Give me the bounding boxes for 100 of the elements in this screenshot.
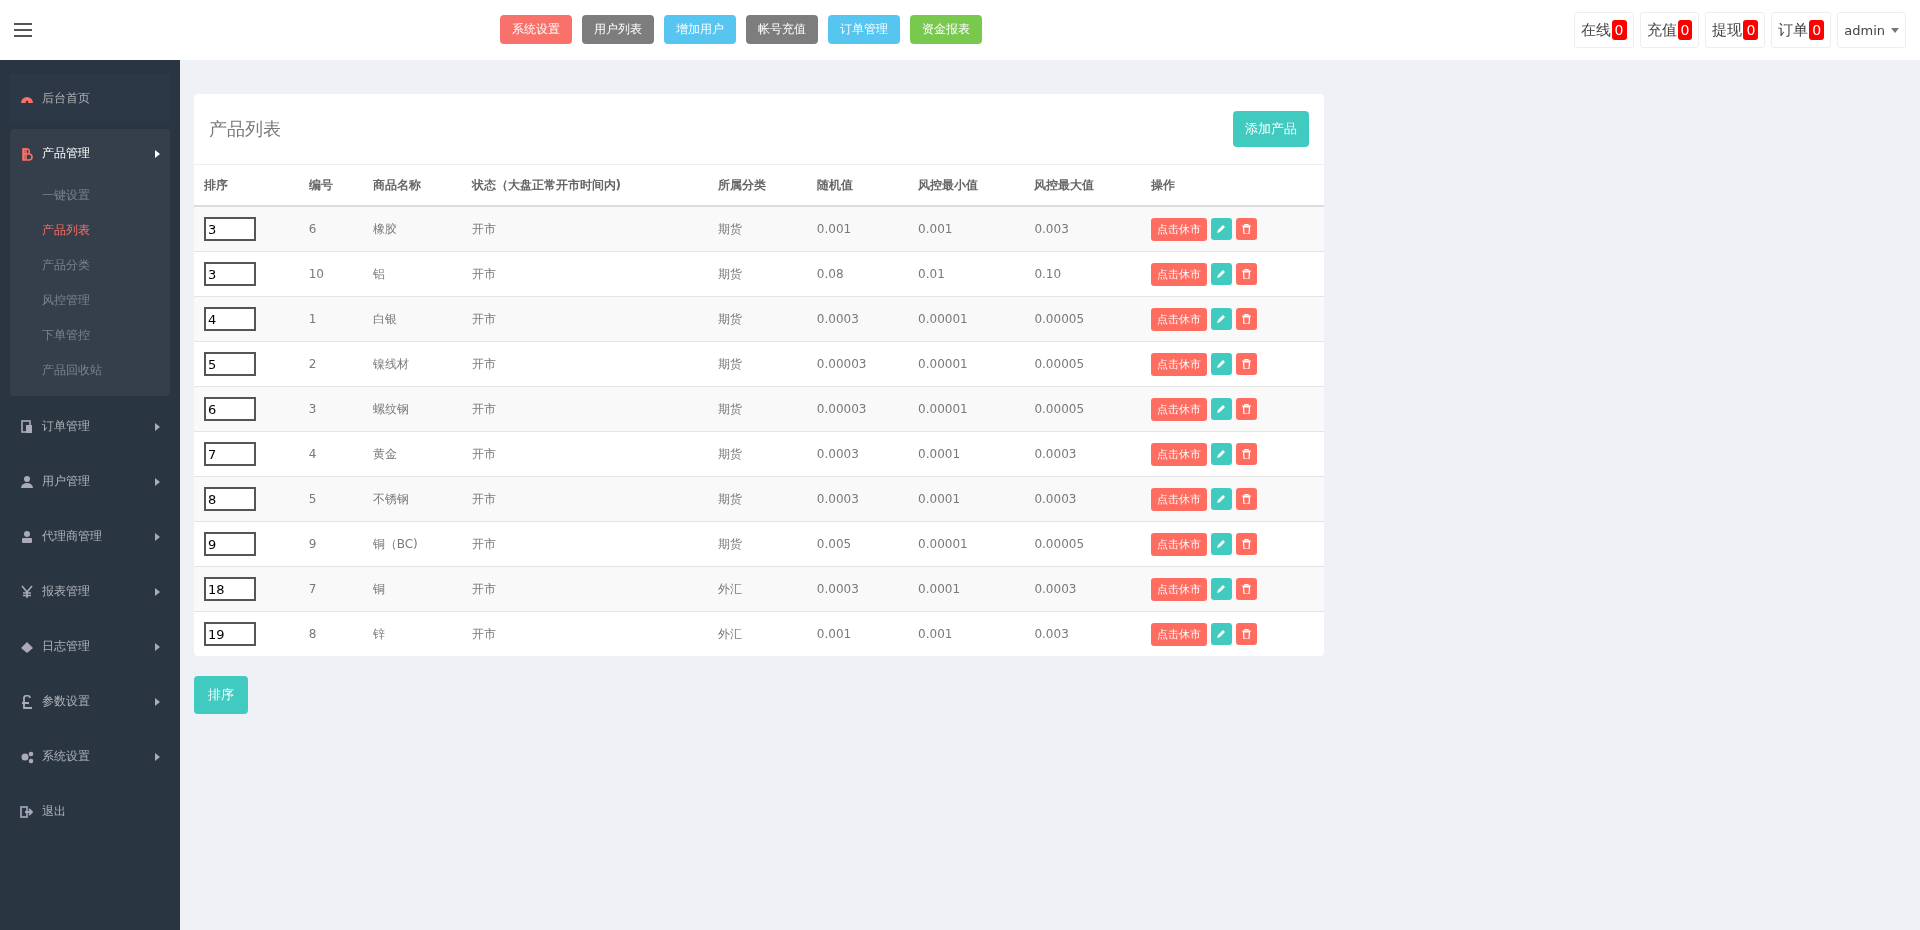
sidebar-item[interactable]: 订单管理 — [10, 402, 170, 451]
counter-button[interactable]: 充值 0 — [1639, 12, 1700, 48]
table-cell: 铝 — [362, 251, 462, 297]
user-menu[interactable]: admin — [1837, 12, 1906, 48]
delete-button[interactable] — [1235, 443, 1257, 465]
table-cell: 开市 — [461, 386, 708, 432]
edit-button[interactable] — [1210, 398, 1232, 420]
table-cell: 0.0003 — [806, 566, 909, 612]
table-cell: 开市 — [461, 476, 708, 522]
sort-input[interactable]: 9 — [204, 532, 256, 556]
edit-button[interactable] — [1210, 623, 1232, 645]
table-cell: 0.00001 — [908, 386, 1025, 432]
sidebar-item[interactable]: 后台首页 — [10, 74, 170, 123]
delete-button[interactable] — [1235, 623, 1257, 645]
sort-input[interactable]: 18 — [204, 577, 256, 601]
sort-input[interactable]: 8 — [204, 487, 256, 511]
delete-button[interactable] — [1235, 488, 1257, 510]
counter-button[interactable]: 提现 0 — [1705, 12, 1766, 48]
counter-label: 订单 — [1778, 20, 1809, 40]
sort-input[interactable]: 3 — [204, 262, 256, 286]
user-icon — [20, 474, 34, 489]
arrow-icon — [155, 642, 160, 651]
sort-input[interactable]: 3 — [204, 217, 256, 241]
table-cell: 2 — [298, 341, 363, 387]
sidebar-item[interactable]: 系统设置 — [10, 732, 170, 781]
table-cell: 黄金 — [362, 431, 462, 477]
nav-button[interactable]: 帐号充值 — [746, 15, 818, 44]
edit-button[interactable] — [1210, 263, 1232, 285]
table-cell: 开市 — [461, 296, 708, 342]
sidebar-item[interactable]: 报表管理 — [10, 567, 170, 616]
edit-button[interactable] — [1210, 353, 1232, 375]
table-cell: 开市 — [461, 521, 708, 567]
edit-button[interactable] — [1210, 533, 1232, 555]
table-cell: 开市 — [461, 566, 708, 612]
table-cell: 0.001 — [908, 206, 1025, 252]
table-cell: 0.08 — [806, 251, 909, 297]
table-cell: 0.00003 — [806, 386, 909, 432]
counter-button[interactable]: 订单 0 — [1771, 12, 1832, 48]
delete-button[interactable] — [1235, 308, 1257, 330]
sidebar-item[interactable]: 参数设置 — [10, 677, 170, 726]
table-cell: 0.0003 — [806, 431, 909, 477]
trash-icon — [1241, 494, 1251, 504]
table-cell: 6 — [298, 206, 363, 252]
delete-button[interactable] — [1235, 353, 1257, 375]
edit-button[interactable] — [1210, 443, 1232, 465]
sort-input[interactable]: 4 — [204, 307, 256, 331]
table-cell: 螺纹钢 — [362, 386, 462, 432]
table-cell: 期货 — [707, 251, 807, 297]
sidebar-item[interactable]: 用户管理 — [10, 457, 170, 506]
edit-button[interactable] — [1210, 488, 1232, 510]
table-cell: 外汇 — [707, 566, 807, 612]
yen-icon — [20, 584, 34, 599]
edit-button[interactable] — [1210, 218, 1232, 240]
pencil-icon — [1216, 449, 1227, 459]
trash-icon — [1241, 404, 1251, 414]
sort-input[interactable]: 6 — [204, 397, 256, 421]
table-cell: 1 — [298, 296, 363, 342]
sidebar-item[interactable]: 代理商管理 — [10, 512, 170, 561]
delete-button[interactable] — [1235, 398, 1257, 420]
submenu-item[interactable]: 产品列表 — [10, 213, 170, 248]
table-cell: 不锈钢 — [362, 476, 462, 522]
sidebar-item[interactable]: 产品管理 — [10, 129, 170, 178]
table-cell: 0.00005 — [1024, 296, 1141, 342]
table-cell: 锌 — [362, 611, 462, 656]
counter-button[interactable]: 在线 0 — [1573, 12, 1634, 48]
table-cell: 期货 — [707, 341, 807, 387]
table-cell: 外汇 — [707, 611, 807, 656]
sidebar-item[interactable]: 日志管理 — [10, 622, 170, 671]
arrow-icon — [155, 149, 160, 158]
pencil-icon — [1216, 494, 1227, 504]
table-cell: 期货 — [707, 431, 807, 477]
sort-input[interactable]: 7 — [204, 442, 256, 466]
edit-button[interactable] — [1210, 308, 1232, 330]
edit-button[interactable] — [1210, 578, 1232, 600]
sidebar-item[interactable]: 退出 — [10, 787, 170, 836]
table-cell: 0.0001 — [908, 431, 1025, 477]
table-cell: 镍线材 — [362, 341, 462, 387]
sort-input[interactable]: 19 — [204, 622, 256, 646]
delete-button[interactable] — [1235, 578, 1257, 600]
table-cell: 0.00001 — [908, 341, 1025, 387]
count-badge: 0 — [1743, 20, 1759, 40]
table-cell: 0.003 — [1024, 206, 1141, 252]
delete-button[interactable] — [1235, 263, 1257, 285]
trash-icon — [1241, 539, 1251, 549]
arrow-icon — [155, 587, 160, 596]
table-cell: 0.10 — [1024, 251, 1141, 297]
table-cell: 0.0003 — [1024, 476, 1141, 522]
table-cell: 0.001 — [806, 206, 909, 252]
sort-input[interactable]: 5 — [204, 352, 256, 376]
delete-button[interactable] — [1235, 218, 1257, 240]
pound-icon — [20, 694, 34, 709]
table-cell: 铜（BC) — [362, 521, 462, 567]
table-cell: 7 — [298, 566, 363, 612]
delete-button[interactable] — [1235, 533, 1257, 555]
counter-label: 充值 — [1646, 20, 1677, 40]
counter-label: 在线 — [1580, 20, 1611, 40]
nav-button[interactable]: 用户列表 — [582, 15, 654, 44]
table-cell: 开市 — [461, 431, 708, 477]
table-cell: 期货 — [707, 386, 807, 432]
menu-icon[interactable] — [14, 23, 32, 37]
